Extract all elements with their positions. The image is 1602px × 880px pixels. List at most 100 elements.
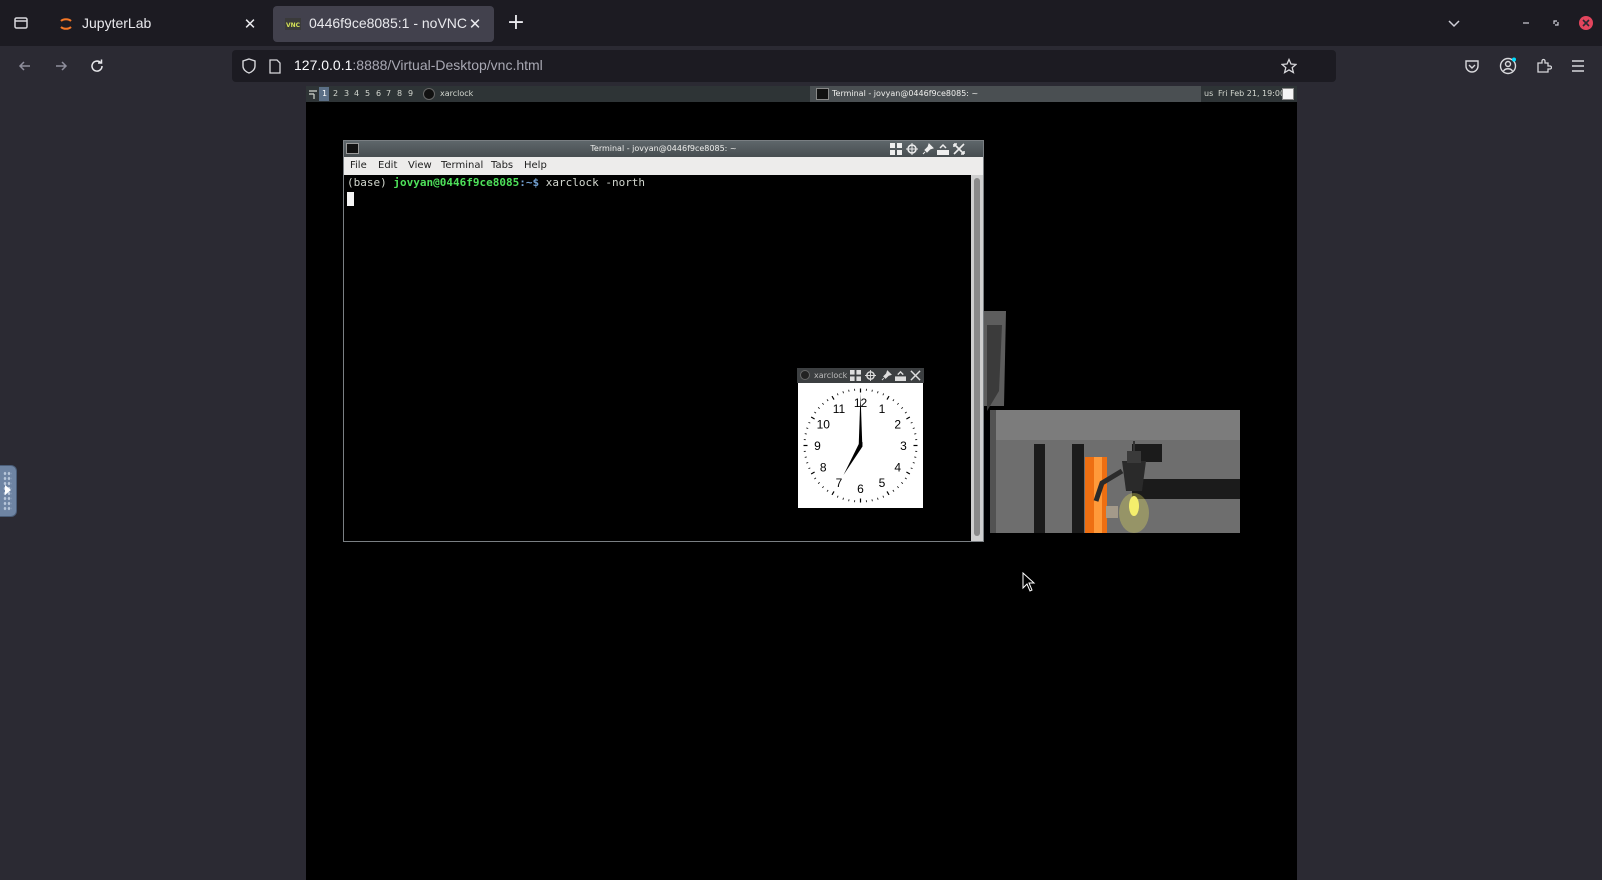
restore-icon[interactable] [1546,12,1566,34]
clock-tick [806,427,809,429]
clock-dial: 121234567891011 [803,388,918,503]
browser-nav-bar: 127.0.0.1:8888/Virtual-Desktop/vnc.html [0,46,1602,86]
new-tab-button[interactable]: + [503,11,529,37]
panel-clock[interactable]: Fri Feb 21, 19:00 [1218,89,1285,98]
novnc-control-bar-handle[interactable] [0,465,17,517]
url-path: :8888/Virtual-Desktop/vnc.html [352,57,543,73]
clock-tick [906,416,911,420]
move-icon[interactable] [906,143,918,155]
account-icon[interactable] [1496,54,1520,78]
move-icon[interactable] [865,370,876,381]
terminal-icon [816,88,829,100]
extensions-icon[interactable] [1532,54,1556,78]
url-bar[interactable]: 127.0.0.1:8888/Virtual-Desktop/vnc.html [232,50,1336,82]
forward-icon[interactable] [48,54,74,78]
expand-arrow-icon [5,485,11,495]
minimize-icon[interactable] [1516,12,1536,34]
maximize-icon[interactable] [953,143,965,155]
chevron-down-icon[interactable] [1441,12,1467,34]
scrollbar-thumb[interactable] [974,178,980,536]
back-icon[interactable] [12,54,38,78]
pin-icon[interactable] [922,143,934,155]
terminal-menubar: File Edit View Terminal Tabs Help [344,157,983,175]
clock-tick [906,471,911,475]
xarclock-titlebar[interactable]: xarclock [797,368,924,383]
clock-tick [904,411,907,414]
clock-numeral: 10 [817,418,831,432]
clock-numeral: 7 [836,476,843,490]
launcher-label[interactable]: xarclock [440,89,473,98]
keyboard-layout[interactable]: us [1204,89,1213,98]
prompt-line: (base) jovyan@0446f9ce8085:~$ xarclock -… [347,176,645,189]
clock-numeral: 4 [894,461,901,475]
clock-tick [912,427,915,429]
close-icon[interactable]: ✕ [239,13,261,35]
prompt-user: jovyan@0446f9ce8085 [393,176,520,189]
browser-tab-bar: JupyterLab ✕ VNC 0446f9ce8085:1 - noVNC … [0,0,1602,46]
workspace-2[interactable]: 2 [333,89,338,98]
show-desktop-icon[interactable] [1282,88,1294,100]
tab-novnc[interactable]: VNC 0446f9ce8085:1 - noVNC ✕ [273,6,494,42]
workspace-9[interactable]: 9 [408,89,413,98]
bookmark-star-icon[interactable] [1280,57,1298,75]
clock-tick [842,391,844,394]
mouse-pointer-icon [1022,572,1036,592]
maximize-icon[interactable] [910,370,921,381]
workspace-5[interactable]: 5 [365,89,370,98]
menu-tabs[interactable]: Tabs [491,160,513,171]
clock-tick [822,486,824,489]
menu-icon[interactable] [1566,54,1590,78]
menu-terminal[interactable]: Terminal [441,160,483,171]
clock-tick [892,399,895,402]
clock-tick [910,467,913,470]
shade-icon[interactable] [937,143,949,155]
workspace-3[interactable]: 3 [344,89,349,98]
close-icon[interactable]: ✕ [464,13,486,35]
pocket-icon[interactable] [1460,54,1484,78]
shade-icon[interactable] [895,370,906,381]
xarclock-app-icon[interactable] [800,370,810,380]
url-host: 127.0.0.1 [294,57,353,73]
workspace-1[interactable]: 1 [322,89,327,98]
clock-numeral: 8 [820,461,827,475]
clock-tick [892,489,895,492]
clock-tick [886,491,890,496]
clock-tick [806,462,809,464]
tab-title: 0446f9ce8085:1 - noVNC [309,15,467,31]
wallpaper-logo [984,311,1240,533]
clock-tick [882,495,885,498]
url-text[interactable]: 127.0.0.1:8888/Virtual-Desktop/vnc.html [294,57,543,73]
page-icon[interactable] [266,57,284,75]
terminal-scrollbar[interactable] [971,175,983,541]
menu-help[interactable]: Help [524,160,547,171]
tab-jupyterlab[interactable]: JupyterLab ✕ [46,6,269,42]
menu-view[interactable]: View [408,160,432,171]
vnc-remote-desktop[interactable]: 1 2 3 4 5 6 7 8 9 xarclock Terminal - jo… [306,86,1297,880]
clock-tick [842,497,844,500]
command-text: xarclock -north [545,176,646,189]
tile-icon[interactable] [850,370,861,381]
workspace-7[interactable]: 7 [386,89,391,98]
clock-tick [817,482,820,484]
close-window-icon[interactable] [1576,12,1596,34]
clock-tick [826,399,829,402]
menu-edit[interactable]: Edit [378,160,397,171]
terminal-titlebar[interactable]: Terminal - jovyan@0446f9ce8085: ~ [344,141,983,157]
clock-numeral: 5 [879,476,886,490]
workspace-8[interactable]: 8 [397,89,402,98]
pin-icon[interactable] [881,370,892,381]
clock-tick [901,482,904,484]
workspace-6[interactable]: 6 [376,89,381,98]
reload-icon[interactable] [84,54,110,78]
shield-icon[interactable] [240,57,258,75]
clock-tick [831,491,835,496]
tile-icon[interactable] [890,143,902,155]
taskbar-terminal-button[interactable]: Terminal - jovyan@0446f9ce8085: ~ [810,86,1201,102]
xarclock-launcher-icon[interactable] [423,88,435,100]
xarclock-window[interactable]: xarclock 121234567891011 [797,368,924,508]
workspace-4[interactable]: 4 [354,89,359,98]
menu-file[interactable]: File [350,160,367,171]
clock-tick [912,462,915,464]
tab-overview-icon[interactable] [8,11,34,35]
desktop-menu-icon[interactable] [308,88,318,100]
